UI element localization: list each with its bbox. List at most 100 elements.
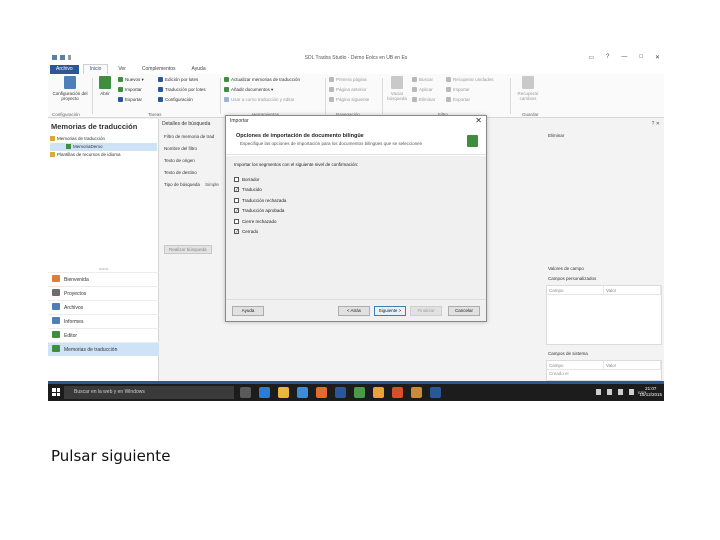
tab-complementos[interactable]: Complementos	[136, 65, 182, 74]
tab-archivo[interactable]: Archivo	[50, 65, 79, 74]
help-icon[interactable]: ?	[606, 54, 609, 61]
column-header-campo[interactable]: Campo	[547, 361, 604, 369]
checkbox-checked[interactable]: ✓	[234, 229, 239, 235]
open-button[interactable]: Abrir	[94, 76, 116, 96]
checkbox-checked[interactable]: ✓	[234, 208, 239, 214]
system-field-row[interactable]: Creado el	[547, 370, 661, 378]
next-button[interactable]: Siguiente >	[374, 306, 406, 316]
projects-icon	[52, 289, 60, 296]
use-as-translation-button[interactable]: Usar a como traducción y editar	[224, 96, 295, 104]
status-checkbox-row[interactable]: Cierre rechazado	[234, 216, 286, 227]
add-documents-label: Añadir documentos	[231, 87, 270, 92]
tab-inicio[interactable]: Inicio	[82, 64, 109, 74]
minimize-icon[interactable]: —	[621, 54, 627, 61]
restore-icon[interactable]: ▭	[588, 54, 594, 61]
settings-button[interactable]: Configuración	[158, 96, 193, 104]
update-tm-button[interactable]: Actualizar memorias de traducción	[224, 76, 300, 84]
clock[interactable]: 21:07 15/12/2015	[639, 386, 662, 398]
powerpoint-icon[interactable]	[392, 387, 403, 398]
tab-ver[interactable]: Ver	[112, 65, 132, 74]
network-icon[interactable]	[607, 389, 612, 395]
recover-units-button[interactable]: Recuperar unidades	[446, 76, 494, 84]
status-checkbox-row[interactable]: Traducción rechazada	[234, 195, 286, 206]
add-documents-button[interactable]: Añadir documentos ▾	[224, 86, 273, 94]
checkbox-unchecked[interactable]	[234, 218, 239, 224]
tm-icon	[52, 345, 60, 352]
filter-export-button[interactable]: Exportar	[446, 96, 470, 104]
close-icon[interactable]: ✕	[655, 54, 660, 61]
delete-button[interactable]: Eliminar	[412, 96, 435, 104]
settings-icon	[158, 97, 163, 102]
nav-item-label: Editor	[64, 333, 78, 339]
tree-node-memoriademo[interactable]: MemoriaDemo	[50, 143, 157, 151]
app-icon-brown[interactable]	[411, 387, 422, 398]
column-header-valor[interactable]: Valor	[604, 361, 661, 369]
cancel-button[interactable]: Cancelar	[448, 306, 480, 316]
clear-search-button[interactable]: Vaciar búsqueda	[384, 76, 410, 101]
checkbox-checked[interactable]: ✓	[234, 187, 239, 193]
nav-item-archivos[interactable]: Archivos	[48, 300, 159, 314]
store-icon[interactable]	[297, 387, 308, 398]
status-checkbox-row[interactable]: ✓ Traducido	[234, 185, 286, 196]
nav-item-bienvenida[interactable]: Bienvenida	[48, 272, 159, 286]
nav-item-editor[interactable]: Editor	[48, 328, 159, 342]
volume-icon[interactable]	[618, 389, 623, 395]
new-button[interactable]: Nuevos ▾	[118, 76, 144, 84]
back-button[interactable]: < Atrás	[338, 306, 370, 316]
app-icon-orange[interactable]	[316, 387, 327, 398]
first-page-button[interactable]: Primera página	[329, 76, 367, 84]
tree-node-translation-memories[interactable]: Memorias de traducción	[50, 135, 157, 143]
trados-icon[interactable]	[430, 387, 441, 398]
column-header-valor[interactable]: Valor	[604, 286, 661, 294]
config-project-button[interactable]: Configuración del proyecto	[52, 76, 88, 101]
import-button[interactable]: Importar	[118, 86, 142, 94]
checkbox-label: Cierre rechazado	[242, 218, 277, 224]
file-explorer-icon[interactable]	[278, 387, 289, 398]
dialog-close-icon[interactable]: ✕	[475, 116, 482, 125]
status-checkbox-row[interactable]: ✓ Cerrado	[234, 227, 286, 238]
panel-controls[interactable]: ? ✕	[652, 121, 660, 127]
batch-translate-button[interactable]: Traducción por lotes	[158, 86, 206, 94]
run-search-button[interactable]: Realizar búsqueda	[164, 245, 212, 254]
excel-icon[interactable]	[354, 387, 365, 398]
maximize-icon[interactable]: □	[639, 54, 643, 61]
tab-ayuda[interactable]: Ayuda	[186, 65, 212, 74]
search-label: Buscar	[419, 77, 434, 82]
previous-page-label: Página anterior	[336, 87, 367, 92]
filter-import-button[interactable]: Importar	[446, 86, 470, 94]
previous-page-icon	[329, 87, 334, 92]
task-view-icon[interactable]	[240, 387, 251, 398]
status-checkbox-row[interactable]: Borrador	[234, 174, 286, 185]
batch-edit-button[interactable]: Edición por lotes	[158, 76, 198, 84]
search-button[interactable]: Buscar	[412, 76, 433, 84]
recover-changes-button[interactable]: Recuperar cambios	[512, 76, 544, 101]
notification-icon[interactable]	[629, 389, 634, 395]
nav-item-proyectos[interactable]: Proyectos	[48, 286, 159, 300]
use-as-translation-icon	[224, 97, 229, 102]
nav-item-informes[interactable]: Informes	[48, 314, 159, 328]
help-button[interactable]: Ayuda	[232, 306, 264, 316]
column-header-campo[interactable]: Campo	[547, 286, 604, 294]
status-checkbox-row[interactable]: ✓ Traducción aprobada	[234, 206, 286, 217]
status-checkbox-list: Borrador ✓ Traducido Traducción rechazada ✓ T…	[234, 174, 286, 237]
filter-delete-button[interactable]: Eliminar	[548, 133, 564, 138]
chrome-icon[interactable]	[373, 387, 384, 398]
search-type-select[interactable]: Simple	[205, 182, 219, 187]
edge-icon[interactable]	[259, 387, 270, 398]
checkbox-unchecked[interactable]	[234, 197, 239, 203]
apply-button[interactable]: Aplicar	[412, 86, 433, 94]
finish-button[interactable]: Finalizar	[410, 306, 442, 316]
previous-page-button[interactable]: Página anterior	[329, 86, 367, 94]
tray-up-icon[interactable]	[596, 389, 601, 395]
nav-item-memorias[interactable]: Memorias de traducción	[48, 342, 159, 356]
word-icon[interactable]	[335, 387, 346, 398]
next-page-button[interactable]: Página siguiente	[329, 96, 369, 104]
taskbar-search[interactable]: Buscar en la web y en Windows	[64, 386, 234, 399]
tab-search-details[interactable]: Detalles de búsqueda	[162, 121, 210, 127]
start-button[interactable]	[52, 388, 60, 396]
checkbox-unchecked[interactable]	[234, 176, 239, 182]
tree-node-language-resources[interactable]: Plantillas de recursos de idioma	[50, 151, 157, 159]
export-button[interactable]: Exportar	[118, 96, 142, 104]
folder-icon	[50, 152, 55, 157]
window-title: SDL Trados Studio - Demo Eolcs en UB en …	[304, 55, 408, 61]
